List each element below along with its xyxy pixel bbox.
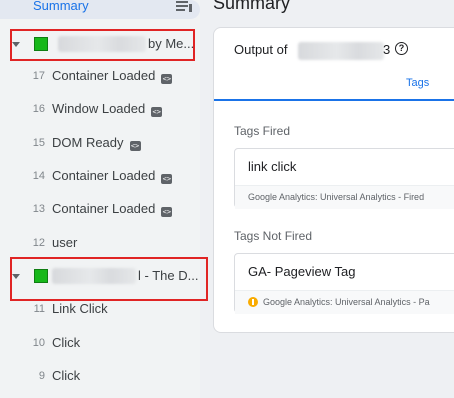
redacted-page-name [52,268,136,284]
code-icon: <> [161,74,173,84]
code-icon: <> [161,174,173,184]
event-number: 15 [32,137,45,149]
event-item-17[interactable]: 17 Container Loaded <> [0,60,200,93]
caret-down-icon[interactable] [12,274,20,279]
event-item-11[interactable]: 11 Link Click [0,293,200,326]
event-item-14[interactable]: 14 Container Loaded <> [0,160,200,193]
code-icon: <> [161,207,173,217]
tag-name: GA- Pageview Tag [248,264,356,279]
event-number: 11 [33,303,45,315]
tab-tags[interactable]: Tags [406,77,429,89]
tag-assistant-window: Summary by Me... 17 Container Loaded <> 1… [0,0,454,398]
event-number: 14 [32,170,45,182]
tag-type: Google Analytics: Universal Analytics - … [263,297,430,307]
tag-type-row: Google Analytics: Universal Analytics - … [235,290,454,314]
event-label: Click [52,368,81,383]
tags-not-fired-heading: Tags Not Fired [234,229,313,243]
green-square-icon [34,269,48,283]
event-number: 17 [32,70,45,82]
page-title-suffix: by Me... [148,36,195,51]
event-label: Link Click [52,301,108,316]
event-item-15[interactable]: 15 DOM Ready <> [0,127,200,160]
page-title-suffix: l - The D... [138,268,199,283]
event-number: 10 [32,337,45,349]
list-filter-icon[interactable] [176,0,192,13]
event-item-10[interactable]: 10 Click [0,327,200,360]
page-group-2[interactable]: l - The D... [0,261,200,291]
event-label: DOM Ready <> [52,135,141,151]
tag-card-not-fired[interactable]: GA- Pageview Tag Google Analytics: Unive… [234,253,454,314]
event-label: Container Loaded <> [52,201,173,217]
event-number: 9 [38,370,45,382]
tag-card-fired[interactable]: link click Google Analytics: Universal A… [234,148,454,209]
event-label: Click [52,335,81,350]
event-item-9[interactable]: 9 Click [0,360,200,393]
output-header: Output of 3 ? Tags [214,28,454,101]
event-timeline-sidebar: Summary by Me... 17 Container Loaded <> 1… [0,0,208,398]
summary-label: Summary [33,0,89,13]
tags-fired-heading: Tags Fired [234,124,291,138]
code-icon: <> [151,107,163,117]
event-number: 12 [32,237,45,249]
event-item-16[interactable]: 16 Window Loaded <> [0,93,200,126]
event-label: user [52,235,78,250]
tab-underline [214,99,454,101]
event-number: 13 [32,203,45,215]
redacted-container-id [298,42,384,60]
warning-icon [248,297,258,307]
output-card: Output of 3 ? Tags Tags Fired link click… [213,27,454,333]
redacted-page-name [58,36,146,52]
event-item-13[interactable]: 13 Container Loaded <> [0,193,200,226]
code-icon: <> [129,141,141,151]
event-number: 16 [32,103,45,115]
sidebar-item-summary[interactable]: Summary [0,0,200,19]
help-icon[interactable]: ? [395,42,408,55]
page-title: Summary [213,0,291,13]
event-item-12[interactable]: 12 user [0,227,200,260]
page-group-1[interactable]: by Me... [0,29,200,59]
tag-type: Google Analytics: Universal Analytics - … [248,192,425,202]
output-title: Output of [234,42,288,57]
event-label: Window Loaded <> [52,101,163,117]
event-label: Container Loaded <> [52,68,173,84]
tag-name: link click [248,159,297,174]
output-title-suffix: 3 [383,42,391,57]
event-label: Container Loaded <> [52,168,173,184]
green-square-icon [34,37,48,51]
tag-type-row: Google Analytics: Universal Analytics - … [235,185,454,209]
caret-down-icon[interactable] [12,42,20,47]
